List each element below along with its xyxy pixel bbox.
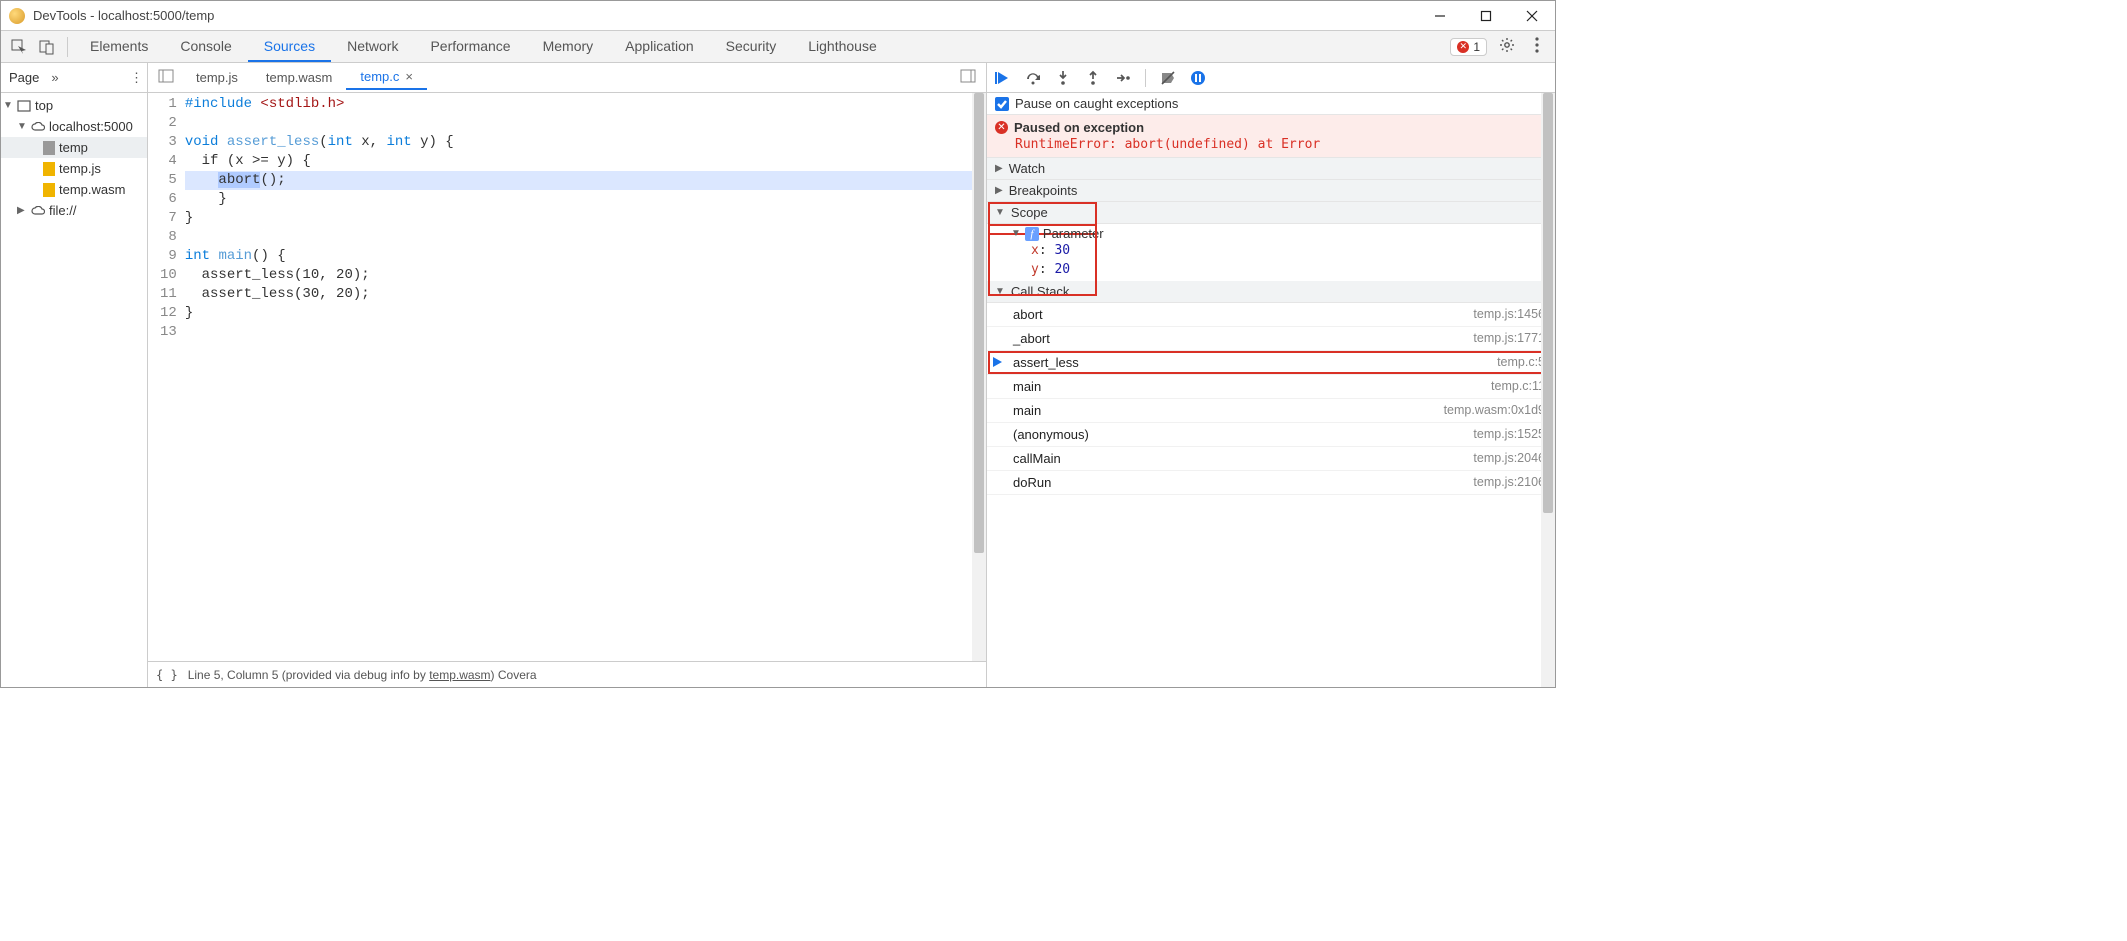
editor-tab-tempc[interactable]: temp.c×: [346, 65, 427, 90]
code-editor[interactable]: 12345678910111213 #include <stdlib.h> vo…: [148, 93, 986, 661]
cloud-icon: [31, 120, 45, 134]
editor-statusbar: { } Line 5, Column 5 (provided via debug…: [148, 661, 986, 687]
file-tree: ▼ top ▼ localhost:5000 temp temp.js: [1, 93, 147, 687]
callstack-section[interactable]: ▼Call Stack: [987, 281, 1555, 303]
editor-scrollbar[interactable]: [972, 93, 986, 661]
device-icon[interactable]: [33, 35, 61, 59]
error-icon: ✕: [1457, 41, 1469, 53]
tree-top[interactable]: ▼ top: [1, 95, 147, 116]
tree-file-scheme[interactable]: ▶ file://: [1, 200, 147, 221]
window-title: DevTools - localhost:5000/temp: [33, 8, 1417, 23]
stack-frame[interactable]: (anonymous)temp.js:1525: [987, 423, 1555, 447]
inspect-icon[interactable]: [5, 35, 33, 59]
tree-host[interactable]: ▼ localhost:5000: [1, 116, 147, 137]
tab-network[interactable]: Network: [331, 32, 414, 62]
pause-exceptions-icon[interactable]: [1190, 70, 1206, 86]
debugger-panel: Pause on caught exceptions ✕Paused on ex…: [987, 63, 1555, 687]
stack-frame[interactable]: doRuntemp.js:2106: [987, 471, 1555, 495]
paused-exception-banner: ✕Paused on exception RuntimeError: abort…: [987, 115, 1555, 158]
navigator-page-tab[interactable]: Page: [1, 66, 47, 89]
file-icon: [43, 141, 55, 155]
debug-scrollbar[interactable]: [1541, 93, 1555, 687]
step-icon[interactable]: [1115, 70, 1131, 86]
tab-application[interactable]: Application: [609, 32, 710, 62]
stack-frame[interactable]: maintemp.wasm:0x1d9: [987, 399, 1555, 423]
editor-tab-tempjs[interactable]: temp.js: [182, 66, 252, 89]
stack-frame[interactable]: aborttemp.js:1456: [987, 303, 1555, 327]
divider: [67, 37, 68, 57]
param-y: y: 20: [987, 262, 1555, 281]
code-lines: #include <stdlib.h> void assert_less(int…: [185, 93, 986, 661]
step-out-icon[interactable]: [1085, 70, 1101, 86]
tab-sources[interactable]: Sources: [248, 32, 331, 62]
param-x: x: 30: [987, 243, 1555, 262]
file-icon: [43, 162, 55, 176]
resume-icon[interactable]: [995, 70, 1011, 86]
panel-tabs: Elements Console Sources Network Perform…: [74, 32, 893, 62]
file-icon: [43, 183, 55, 197]
tab-console[interactable]: Console: [164, 32, 247, 62]
editor-tab-tempwasm[interactable]: temp.wasm: [252, 66, 346, 89]
toggle-debugger-icon[interactable]: [952, 69, 984, 86]
scope-parameter-row[interactable]: ▼fParameter: [987, 224, 1555, 243]
step-into-icon[interactable]: [1055, 70, 1071, 86]
window-maximize-button[interactable]: [1463, 1, 1509, 31]
watch-section[interactable]: ▶Watch: [987, 158, 1555, 180]
tab-security[interactable]: Security: [710, 32, 793, 62]
editor-tabs: temp.js temp.wasm temp.c×: [148, 63, 986, 93]
pretty-print-icon[interactable]: { }: [156, 668, 178, 682]
error-icon: ✕: [995, 121, 1008, 134]
error-count: 1: [1473, 40, 1480, 54]
navigator-menu-icon[interactable]: ⋮: [126, 66, 147, 90]
main-toolbar: Elements Console Sources Network Perform…: [1, 31, 1555, 63]
pause-on-caught-row[interactable]: Pause on caught exceptions: [987, 93, 1555, 115]
frame-icon: [17, 99, 31, 113]
navigator-more-tabs[interactable]: »: [47, 66, 62, 89]
tab-memory[interactable]: Memory: [527, 32, 610, 62]
parameter-badge-icon: f: [1025, 227, 1039, 241]
error-badge[interactable]: ✕ 1: [1450, 38, 1487, 56]
window-minimize-button[interactable]: [1417, 1, 1463, 31]
editor-panel: temp.js temp.wasm temp.c× 12345678910111…: [148, 63, 987, 687]
scope-section[interactable]: ▼Scope: [987, 202, 1555, 224]
tree-file-tempjs[interactable]: temp.js: [1, 158, 147, 179]
deactivate-breakpoints-icon[interactable]: [1160, 70, 1176, 86]
stack-frame[interactable]: maintemp.c:11: [987, 375, 1555, 399]
tab-lighthouse[interactable]: Lighthouse: [792, 32, 893, 62]
tab-elements[interactable]: Elements: [74, 32, 164, 62]
step-over-icon[interactable]: [1025, 70, 1041, 86]
breakpoints-section[interactable]: ▶Breakpoints: [987, 180, 1555, 202]
settings-icon[interactable]: [1491, 33, 1523, 60]
debug-toolbar: [987, 63, 1555, 93]
window-titlebar: DevTools - localhost:5000/temp: [1, 1, 1555, 31]
line-gutter: 12345678910111213: [148, 93, 185, 661]
window-close-button[interactable]: [1509, 1, 1555, 31]
stack-frame[interactable]: _aborttemp.js:1771: [987, 327, 1555, 351]
cloud-icon: [31, 204, 45, 218]
app-icon: [9, 8, 25, 24]
debuginfo-link[interactable]: temp.wasm: [429, 668, 490, 682]
toggle-navigator-icon[interactable]: [150, 69, 182, 86]
stack-frame-current[interactable]: assert_lesstemp.c:5: [987, 351, 1555, 375]
tree-file-temp[interactable]: temp: [1, 137, 147, 158]
more-icon[interactable]: [1527, 33, 1547, 60]
checkbox-checked-icon[interactable]: [995, 97, 1009, 111]
debug-panes: Pause on caught exceptions ✕Paused on ex…: [987, 93, 1555, 687]
navigator-sidebar: Page » ⋮ ▼ top ▼ localhost:5000 t: [1, 63, 148, 687]
tab-performance[interactable]: Performance: [414, 32, 526, 62]
tree-file-tempwasm[interactable]: temp.wasm: [1, 179, 147, 200]
close-icon[interactable]: ×: [405, 69, 413, 84]
stack-frame[interactable]: callMaintemp.js:2046: [987, 447, 1555, 471]
